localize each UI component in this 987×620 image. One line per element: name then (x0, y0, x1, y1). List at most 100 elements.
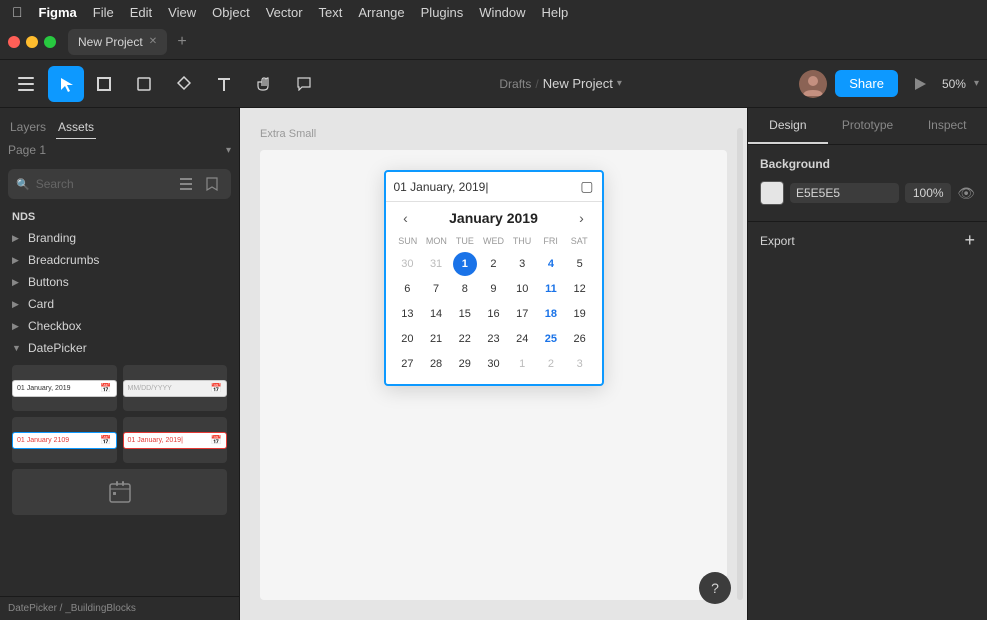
chevron-down-icon[interactable]: ▾ (617, 78, 622, 89)
calendar-date[interactable]: 4 (539, 252, 563, 276)
calendar-date[interactable]: 7 (424, 277, 448, 301)
tab-assets[interactable]: Assets (56, 116, 96, 139)
calendar-icon[interactable]: ▢ (580, 178, 593, 195)
project-name[interactable]: New Project (543, 76, 613, 91)
menu-text[interactable]: Text (319, 5, 343, 20)
tab-prototype[interactable]: Prototype (828, 108, 908, 144)
menu-arrange[interactable]: Arrange (358, 5, 404, 20)
toolbar-right: Share 50% ▾ (799, 70, 979, 98)
select-tool[interactable] (48, 66, 84, 102)
menu-help[interactable]: Help (542, 5, 569, 20)
calendar-date[interactable]: 1 (510, 352, 534, 376)
asset-item-card[interactable]: Card (4, 293, 235, 315)
thumb-icon-single[interactable] (12, 469, 227, 515)
calendar-date[interactable]: 28 (424, 352, 448, 376)
asset-item-breadcrumbs[interactable]: Breadcrumbs (4, 249, 235, 271)
canvas-scrollbar[interactable] (737, 128, 743, 600)
prev-month-button[interactable]: ‹ (396, 210, 416, 226)
calendar-date[interactable]: 3 (568, 352, 592, 376)
asset-item-checkbox[interactable]: Checkbox (4, 315, 235, 337)
current-tab[interactable]: New Project ✕ (68, 29, 167, 55)
calendar-date[interactable]: 5 (568, 252, 592, 276)
play-button[interactable] (906, 70, 934, 98)
calendar-date[interactable]: 29 (453, 352, 477, 376)
calendar-date[interactable]: 9 (481, 277, 505, 301)
comment-tool[interactable] (286, 66, 322, 102)
calendar-date[interactable]: 26 (568, 327, 592, 351)
calendar-date[interactable]: 2 (481, 252, 505, 276)
color-code[interactable]: E5E5E5 (790, 183, 899, 203)
calendar-date[interactable]: 18 (539, 302, 563, 326)
thumb-error[interactable]: 01 January, 2019| 📅 (123, 417, 228, 463)
menu-file[interactable]: File (93, 5, 114, 20)
tab-close-icon[interactable]: ✕ (149, 36, 157, 47)
hamburger-menu-button[interactable] (8, 66, 44, 102)
calendar-date[interactable]: 11 (539, 277, 563, 301)
calendar-date[interactable]: 12 (568, 277, 592, 301)
hand-tool[interactable] (246, 66, 282, 102)
tab-inspect[interactable]: Inspect (907, 108, 987, 144)
calendar-date[interactable]: 24 (510, 327, 534, 351)
visibility-toggle[interactable]: 👁 (957, 185, 975, 202)
calendar-date[interactable]: 14 (424, 302, 448, 326)
thumb-focus[interactable]: 01 January 2109 📅 (12, 417, 117, 463)
menu-vector[interactable]: Vector (266, 5, 303, 20)
calendar-date[interactable]: 25 (539, 327, 563, 351)
calendar-date[interactable]: 3 (510, 252, 534, 276)
calendar-date[interactable]: 23 (481, 327, 505, 351)
book-icon[interactable] (201, 173, 223, 195)
calendar-date[interactable]: 2 (539, 352, 563, 376)
asset-item-buttons[interactable]: Buttons (4, 271, 235, 293)
calendar-date[interactable]: 31 (424, 252, 448, 276)
menu-object[interactable]: Object (212, 5, 250, 20)
search-input[interactable] (36, 177, 169, 191)
window-minimize[interactable] (26, 36, 38, 48)
menu-edit[interactable]: Edit (130, 5, 152, 20)
calendar-date[interactable]: 16 (481, 302, 505, 326)
text-tool[interactable] (206, 66, 242, 102)
zoom-chevron-icon[interactable]: ▾ (974, 78, 979, 89)
calendar-date[interactable]: 30 (395, 252, 419, 276)
menu-window[interactable]: Window (479, 5, 525, 20)
thumb-normal[interactable]: 01 January, 2019 📅 (12, 365, 117, 411)
date-input-field[interactable] (394, 180, 577, 194)
calendar-date[interactable]: 19 (568, 302, 592, 326)
calendar-date[interactable]: 30 (481, 352, 505, 376)
list-view-button[interactable] (175, 173, 197, 195)
shape-tool[interactable] (126, 66, 162, 102)
window-close[interactable] (8, 36, 20, 48)
avatar[interactable] (799, 70, 827, 98)
drafts-label[interactable]: Drafts (499, 77, 531, 91)
calendar-date[interactable]: 22 (453, 327, 477, 351)
page-chevron-icon[interactable]: ▾ (226, 145, 231, 156)
thumb-disabled[interactable]: MM/DD/YYYY 📅 (123, 365, 228, 411)
tab-layers[interactable]: Layers (8, 116, 48, 139)
tab-design[interactable]: Design (748, 108, 828, 144)
app-name: Figma (39, 5, 77, 20)
calendar-date[interactable]: 6 (395, 277, 419, 301)
zoom-level[interactable]: 50% (942, 77, 966, 91)
asset-item-datepicker[interactable]: DatePicker (4, 337, 235, 359)
calendar-date[interactable]: 17 (510, 302, 534, 326)
menu-plugins[interactable]: Plugins (421, 5, 464, 20)
calendar-date[interactable]: 27 (395, 352, 419, 376)
help-button[interactable]: ? (699, 572, 731, 604)
new-tab-button[interactable]: + (171, 31, 193, 53)
menu-view[interactable]: View (168, 5, 196, 20)
calendar-date[interactable]: 15 (453, 302, 477, 326)
calendar-date[interactable]: 13 (395, 302, 419, 326)
share-button[interactable]: Share (835, 70, 898, 97)
calendar-date[interactable]: 1 (453, 252, 477, 276)
calendar-date[interactable]: 21 (424, 327, 448, 351)
calendar-date[interactable]: 10 (510, 277, 534, 301)
frame-tool[interactable] (86, 66, 122, 102)
pen-tool[interactable] (166, 66, 202, 102)
next-month-button[interactable]: › (571, 210, 591, 226)
calendar-date[interactable]: 8 (453, 277, 477, 301)
opacity-value[interactable]: 100% (905, 183, 951, 203)
export-add-button[interactable]: + (964, 230, 975, 251)
calendar-date[interactable]: 20 (395, 327, 419, 351)
window-maximize[interactable] (44, 36, 56, 48)
color-swatch[interactable] (760, 181, 784, 205)
asset-item-branding[interactable]: Branding (4, 227, 235, 249)
